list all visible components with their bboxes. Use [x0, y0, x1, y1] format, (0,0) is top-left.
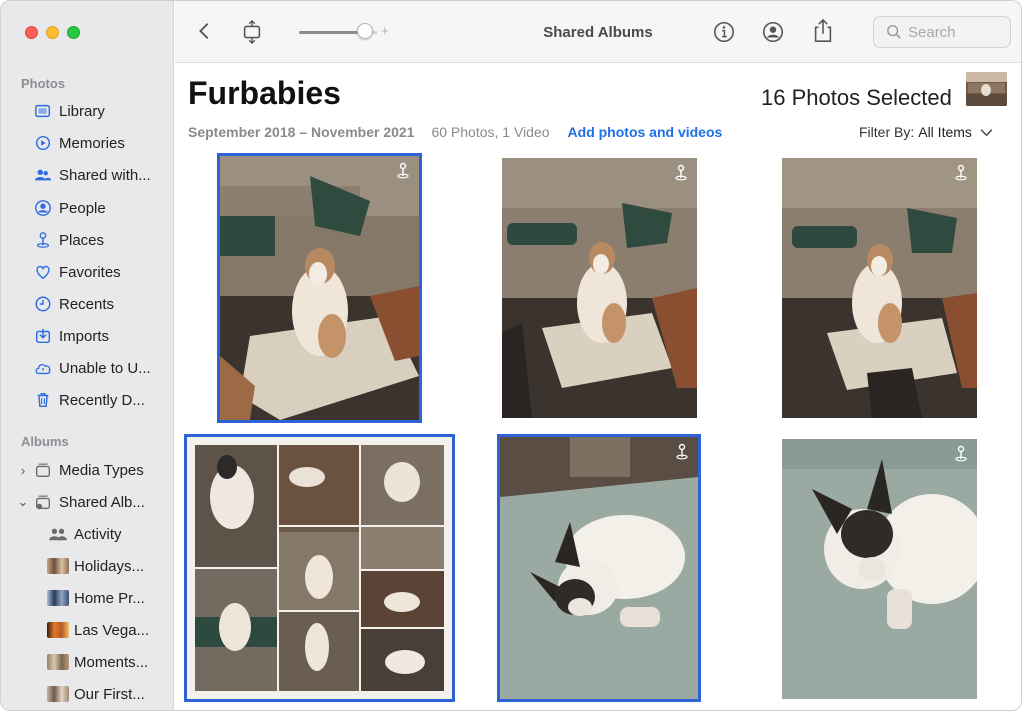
album-thumbnail — [47, 622, 69, 638]
sidebar-item-label: Imports — [59, 327, 110, 345]
zoom-window-button[interactable] — [67, 26, 80, 39]
sidebar-item-activity[interactable]: Activity — [1, 520, 173, 548]
people-icon — [33, 198, 53, 218]
cloud-alert-icon — [33, 358, 53, 378]
shared-location-icon — [955, 164, 967, 181]
album-thumbnail — [47, 686, 69, 702]
library-icon — [33, 101, 53, 121]
heart-icon — [33, 262, 53, 282]
sidebar-item-media-types[interactable]: › Media Types — [1, 456, 173, 484]
photo-thumbnail[interactable] — [497, 434, 701, 702]
search-field[interactable] — [873, 16, 1011, 48]
sidebar-item-places[interactable]: Places — [1, 226, 173, 254]
sidebar-item-label: Recents — [59, 295, 115, 313]
album-thumbnail — [47, 590, 69, 606]
sidebar-item-memories[interactable]: Memories — [1, 129, 173, 157]
sidebar-item-label: Favorites — [59, 263, 121, 281]
add-photos-link[interactable]: Add photos and videos — [568, 124, 723, 140]
info-icon — [713, 21, 735, 43]
sidebar-item-shared-albums[interactable]: ⌄ Shared Alb... — [1, 488, 173, 516]
chevron-right-icon[interactable]: › — [17, 463, 29, 478]
sidebar-item-label: Library — [59, 102, 105, 120]
date-range: September 2018 – November 2021 — [188, 124, 415, 140]
media-types-icon — [33, 460, 53, 480]
info-button[interactable] — [711, 19, 737, 45]
sidebar-item-label: Moments... — [74, 653, 149, 671]
sidebar-item-shared-album[interactable]: Our First... — [1, 680, 173, 708]
activity-icon — [47, 525, 69, 543]
sidebar-item-shared-album[interactable]: Holidays... — [1, 552, 173, 580]
sidebar-item-label: Shared with... — [59, 166, 151, 184]
filter-value: All Items — [918, 124, 972, 140]
sidebar-item-recently-deleted[interactable]: Recently D... — [1, 386, 173, 414]
sidebar-item-shared-album[interactable]: Las Vega... — [1, 616, 173, 644]
photo-thumbnail[interactable] — [782, 439, 977, 699]
sidebar-item-shared-with-you[interactable]: Shared with... — [1, 161, 173, 189]
photos-section-header: Photos — [21, 76, 66, 91]
album-cover-thumbnail[interactable] — [966, 72, 1007, 106]
sidebar-item-label: Las Vega... — [74, 621, 150, 639]
filter-dropdown[interactable]: Filter By: All Items — [859, 124, 993, 140]
album-thumbnail — [47, 558, 69, 574]
sidebar-item-label: Shared Alb... — [59, 493, 145, 511]
places-pin-icon — [33, 230, 53, 250]
close-window-button[interactable] — [25, 26, 38, 39]
sidebar-item-library[interactable]: Library — [1, 97, 173, 125]
search-icon — [887, 25, 901, 39]
minimize-window-button[interactable] — [46, 26, 59, 39]
sidebar-item-label: Activity — [74, 525, 122, 543]
photo-thumbnail[interactable] — [217, 153, 422, 423]
sidebar-item-unable-to-upload[interactable]: Unable to U... — [1, 354, 173, 382]
item-count: 60 Photos, 1 Video — [431, 124, 550, 140]
person-circle-icon — [762, 21, 784, 43]
memories-icon — [33, 133, 53, 153]
sidebar-item-imports[interactable]: Imports — [1, 322, 173, 350]
window-controls — [25, 26, 80, 39]
photo-thumbnail[interactable] — [502, 158, 697, 418]
shared-with-you-icon — [33, 165, 53, 185]
clock-icon — [33, 294, 53, 314]
sidebar-item-label: Places — [59, 231, 105, 249]
chevron-down-icon — [980, 128, 993, 136]
sidebar-item-label: People — [59, 199, 106, 217]
shared-location-icon — [675, 164, 687, 181]
album-meta: September 2018 – November 2021 60 Photos… — [188, 124, 722, 140]
sidebar-item-label: Media Types — [59, 461, 144, 479]
filter-label: Filter By: — [859, 124, 915, 140]
shared-album-people-button[interactable] — [760, 19, 786, 45]
shared-location-icon — [955, 445, 967, 462]
chevron-down-icon[interactable]: ⌄ — [17, 494, 29, 510]
albums-section-header: Albums — [21, 434, 69, 449]
sidebar-item-shared-album[interactable]: Home Pr... — [1, 584, 173, 612]
sidebar-item-favorites[interactable]: Favorites — [1, 258, 173, 286]
import-icon — [33, 326, 53, 346]
album-title: Furbabies — [188, 75, 341, 111]
sidebar-item-label: Memories — [59, 134, 125, 152]
photos-window: Photos Library Memories Shared with... P… — [0, 0, 1022, 711]
album-thumbnail — [47, 654, 69, 670]
selection-count: 16 Photos Selected — [761, 85, 952, 110]
shared-location-icon — [397, 162, 409, 179]
toolbar: + Shared Albums — [175, 1, 1021, 63]
sidebar-item-people[interactable]: People — [1, 194, 173, 222]
sidebar-item-label: Our First... — [74, 685, 145, 703]
sidebar: Photos Library Memories Shared with... P… — [1, 1, 174, 710]
share-button[interactable] — [810, 17, 836, 45]
photo-thumbnail[interactable] — [782, 158, 977, 418]
search-input[interactable] — [908, 23, 1008, 41]
trash-icon — [33, 390, 53, 410]
sidebar-item-recents[interactable]: Recents — [1, 290, 173, 318]
sidebar-item-shared-album[interactable]: Moments... — [1, 648, 173, 676]
photo-thumbnail[interactable] — [184, 434, 455, 702]
shared-location-icon — [676, 443, 688, 460]
sidebar-item-label: Home Pr... — [74, 589, 145, 607]
sidebar-item-label: Holidays... — [74, 557, 145, 575]
sidebar-item-label: Unable to U... — [59, 359, 151, 377]
sidebar-item-label: Recently D... — [59, 391, 145, 409]
share-icon — [814, 18, 832, 42]
shared-albums-icon — [33, 492, 53, 512]
